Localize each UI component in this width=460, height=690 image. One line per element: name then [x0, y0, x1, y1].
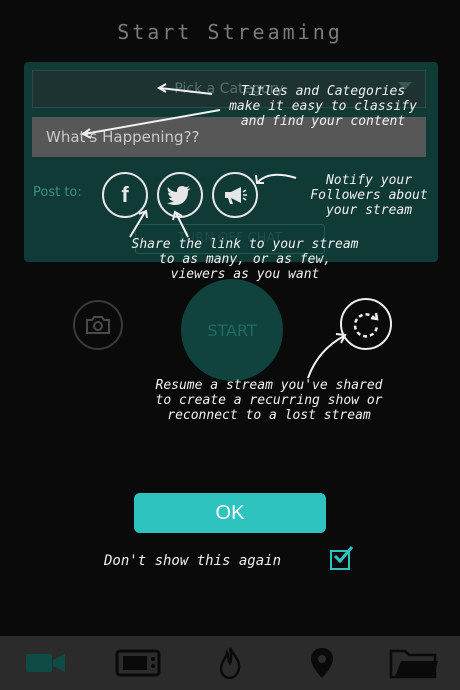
ok-button[interactable]: OK	[134, 493, 326, 533]
tab-bar	[0, 636, 460, 690]
tab-library[interactable]	[368, 636, 460, 690]
folder-icon	[389, 649, 438, 679]
video-camera-icon	[26, 654, 65, 672]
dont-show-label: Don't show this again	[104, 553, 282, 569]
dont-show-checkbox[interactable]	[330, 546, 354, 570]
coachmark-arrows	[81, 83, 347, 379]
tab-trending[interactable]	[184, 636, 276, 690]
tab-broadcast[interactable]	[0, 636, 92, 690]
checkmark-icon	[333, 546, 354, 564]
flame-icon	[219, 647, 241, 679]
tab-watch[interactable]	[92, 636, 184, 690]
map-pin-icon	[311, 648, 333, 678]
tab-map[interactable]	[276, 636, 368, 690]
tv-icon	[115, 649, 161, 677]
